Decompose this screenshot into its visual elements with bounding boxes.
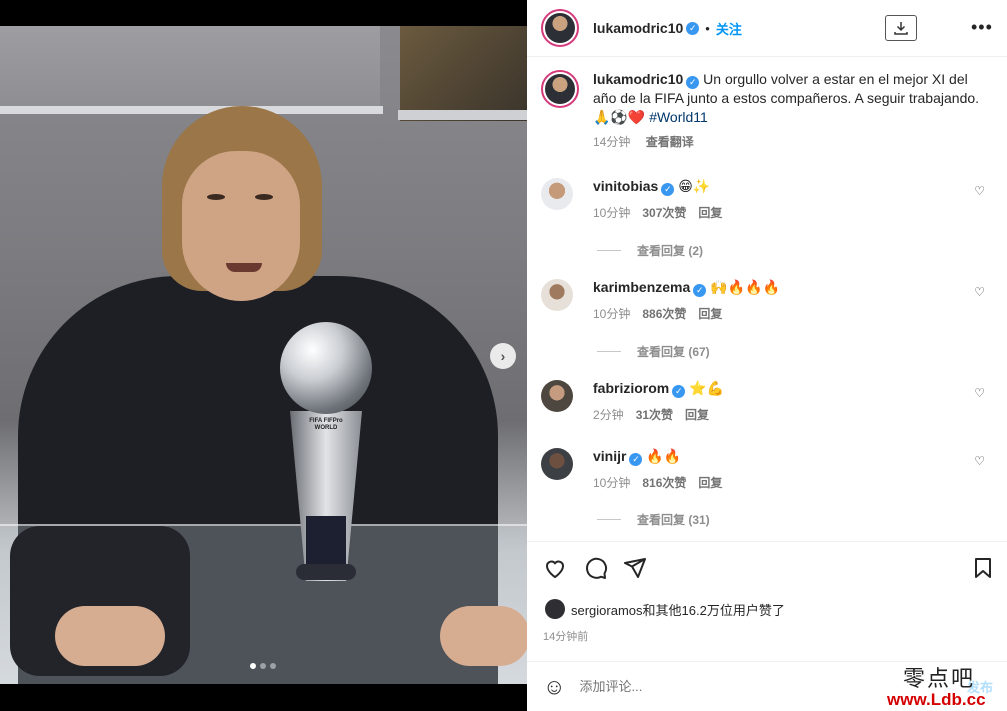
caption-emojis: 🙏⚽❤️ xyxy=(593,109,646,125)
author-avatar[interactable] xyxy=(541,70,579,108)
comment-username[interactable]: vinitobias xyxy=(593,178,658,194)
verified-icon: ✓ xyxy=(686,76,700,89)
comment-item: vinijr ✓ 🔥🔥 10分钟 816次赞 回复 ♡ xyxy=(541,448,993,491)
verified-icon: ✓ xyxy=(672,385,686,398)
post-header: lukamodric10 ✓ • 关注 ••• xyxy=(527,0,1007,57)
reply-link[interactable]: 回复 xyxy=(685,408,709,422)
post-timestamp: 14分钟前 xyxy=(543,631,589,643)
commenter-avatar[interactable] xyxy=(541,448,573,480)
view-replies-link[interactable]: 查看回复 (2) xyxy=(597,242,703,259)
post-media: FIFA FIFPro WORLD › xyxy=(0,0,527,711)
author-avatar[interactable] xyxy=(541,9,579,47)
comment-text: 🔥🔥 xyxy=(646,448,682,464)
liked-by[interactable]: sergioramos和其他16.2万位用户赞了 xyxy=(545,599,785,619)
hashtag-link[interactable]: #World11 xyxy=(649,109,708,125)
comment-item: fabriziorom ✓ ⭐💪 2分钟 31次赞 回复 ♡ xyxy=(541,380,993,423)
commenter-avatar[interactable] xyxy=(541,279,573,311)
comment-like-icon[interactable]: ♡ xyxy=(974,184,985,198)
caption-time: 14分钟 xyxy=(593,135,631,149)
verified-icon: ✓ xyxy=(661,183,675,196)
comment-time: 2分钟 xyxy=(593,408,624,422)
post-caption: lukamodric10 ✓ Un orgullo volver a estar … xyxy=(541,70,993,152)
comment-icon[interactable] xyxy=(584,556,608,586)
comment-item: vinitobias ✓ 😁✨ 10分钟 307次赞 回复 ♡ xyxy=(541,178,993,221)
emoji-icon[interactable]: ☺ xyxy=(543,674,565,700)
comment-like-icon[interactable]: ♡ xyxy=(974,454,985,468)
comment-time: 10分钟 xyxy=(593,307,631,321)
view-replies-link[interactable]: 查看回复 (67) xyxy=(597,343,710,360)
comment-input[interactable] xyxy=(579,679,880,694)
download-icon[interactable] xyxy=(885,15,917,41)
verified-icon: ✓ xyxy=(686,21,700,35)
commenter-avatar[interactable] xyxy=(541,380,573,412)
comment-likes[interactable]: 886次赞 xyxy=(642,307,686,321)
post-photo: FIFA FIFPro WORLD xyxy=(0,26,527,684)
liked-by-text[interactable]: sergioramos和其他16.2万位用户赞了 xyxy=(571,600,785,619)
comment-text: ⭐💪 xyxy=(689,380,724,396)
comment-username[interactable]: karimbenzema xyxy=(593,279,690,295)
commenter-avatar[interactable] xyxy=(541,178,573,210)
watermark-url: www.Ldb.cc xyxy=(887,690,986,709)
author-username[interactable]: lukamodric10 xyxy=(593,20,683,36)
carousel-dots xyxy=(250,663,276,669)
caption-username[interactable]: lukamodric10 xyxy=(593,71,683,87)
comment-text: 😁✨ xyxy=(678,178,711,194)
trophy-label: FIFA FIFPro WORLD xyxy=(309,418,343,431)
post-actions: sergioramos和其他16.2万位用户赞了 14分钟前 xyxy=(527,541,1007,661)
comment-like-icon[interactable]: ♡ xyxy=(974,386,985,400)
comment-like-icon[interactable]: ♡ xyxy=(974,285,985,299)
comment-likes[interactable]: 816次赞 xyxy=(642,476,686,490)
like-icon[interactable] xyxy=(543,556,567,586)
translate-link[interactable]: 查看翻译 xyxy=(646,135,694,149)
carousel-dot xyxy=(250,663,256,669)
comment-username[interactable]: vinijr xyxy=(593,448,626,464)
bookmark-icon[interactable] xyxy=(971,556,995,586)
carousel-dot xyxy=(260,663,266,669)
liker-avatar[interactable] xyxy=(545,599,565,619)
share-icon[interactable] xyxy=(623,556,647,586)
comment-likes[interactable]: 31次赞 xyxy=(636,408,673,422)
comment-text: 🙌🔥🔥🔥 xyxy=(710,279,780,295)
verified-icon: ✓ xyxy=(629,453,643,466)
carousel-next-button[interactable]: › xyxy=(490,343,516,369)
more-options-icon[interactable]: ••• xyxy=(971,17,993,38)
reply-link[interactable]: 回复 xyxy=(698,307,722,321)
comment-time: 10分钟 xyxy=(593,206,631,220)
follow-button[interactable]: 关注 xyxy=(716,19,742,38)
reply-link[interactable]: 回复 xyxy=(698,206,722,220)
reply-link[interactable]: 回复 xyxy=(698,476,722,490)
post-sidebar: lukamodric10 ✓ • 关注 ••• lukamodric10 ✓ Un… xyxy=(527,0,1007,711)
watermark-text: 零点吧 xyxy=(903,667,976,692)
carousel-dot xyxy=(270,663,276,669)
comment-item: karimbenzema ✓ 🙌🔥🔥🔥 10分钟 886次赞 回复 ♡ xyxy=(541,279,993,322)
comment-username[interactable]: fabriziorom xyxy=(593,380,669,396)
comment-time: 10分钟 xyxy=(593,476,631,490)
verified-icon: ✓ xyxy=(693,284,707,297)
view-replies-link[interactable]: 查看回复 (31) xyxy=(597,511,710,528)
comment-likes[interactable]: 307次赞 xyxy=(642,206,686,220)
